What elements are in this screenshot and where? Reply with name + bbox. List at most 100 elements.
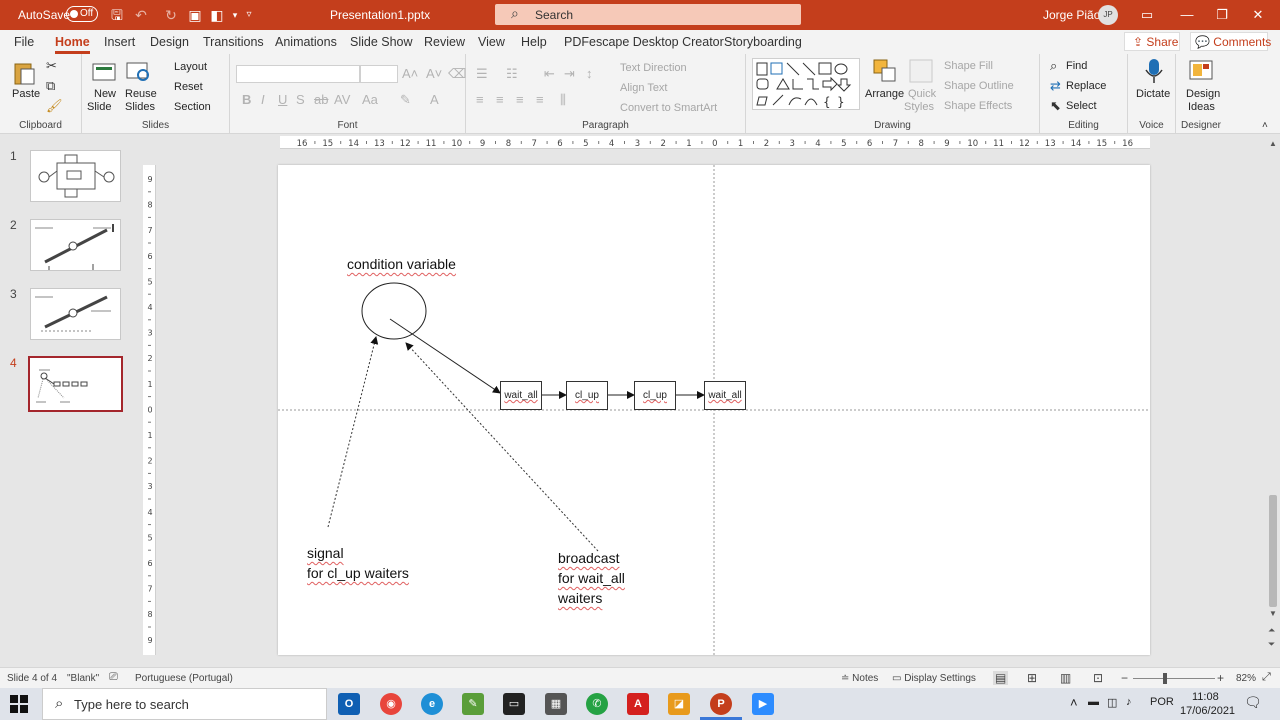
chrome-icon[interactable]: ◉ xyxy=(380,693,402,715)
zoom-slider[interactable] xyxy=(1133,678,1215,679)
microphone-icon[interactable] xyxy=(1142,58,1166,83)
align-text-button[interactable]: Align Text xyxy=(620,82,668,94)
accessibility-icon[interactable]: ⎚ xyxy=(109,671,118,684)
find-button[interactable]: Find xyxy=(1066,60,1087,72)
vertical-scrollbar[interactable]: ▲ ▼ ⏶ ⏷ xyxy=(1266,135,1280,666)
find-icon[interactable]: ⌕ xyxy=(1050,58,1057,74)
redo-icon[interactable]: ↻ xyxy=(162,6,180,24)
tab-file[interactable]: File xyxy=(14,35,34,49)
bullets-icon[interactable]: ☰ xyxy=(476,66,488,82)
autosave-toggle[interactable]: Off xyxy=(66,6,98,22)
numbering-icon[interactable]: ☷ xyxy=(506,66,518,82)
italic-icon[interactable]: I xyxy=(261,92,265,107)
paste-button[interactable]: Paste xyxy=(12,88,40,100)
decrease-indent-icon[interactable]: ⇤ xyxy=(544,66,555,82)
avatar[interactable]: JP xyxy=(1098,5,1118,25)
replace-icon[interactable]: ⇄ xyxy=(1050,78,1061,94)
condition-variable-label[interactable]: condition variable xyxy=(347,254,456,274)
user-name[interactable]: Jorge Pião xyxy=(1043,8,1100,22)
restore-icon[interactable]: ❐ xyxy=(1212,5,1232,25)
quick-styles-icon[interactable] xyxy=(908,58,933,83)
layout-button[interactable]: Layout xyxy=(174,61,207,73)
shape-fill-button[interactable]: Shape Fill xyxy=(944,60,993,72)
notes-button[interactable]: ≐ Notes xyxy=(841,673,878,684)
character-spacing-icon[interactable]: AV xyxy=(334,92,350,107)
shadow-icon[interactable]: S xyxy=(296,92,305,107)
reuse-slides-line2[interactable]: Slides xyxy=(125,101,155,113)
outlook-icon[interactable]: O xyxy=(338,693,360,715)
save-icon[interactable]: 🖫 xyxy=(108,6,126,24)
tab-help[interactable]: Help xyxy=(521,35,547,49)
quick-access-icon[interactable]: ◧ xyxy=(208,6,226,24)
volume-icon[interactable]: ♪ xyxy=(1126,696,1132,708)
taskbar-search[interactable]: ⌕ Type here to search xyxy=(42,688,327,720)
connector-arrow[interactable] xyxy=(389,318,501,394)
queue-node[interactable]: wait_all xyxy=(500,381,542,410)
arrange-icon[interactable] xyxy=(872,58,896,82)
display-settings-button[interactable]: ▭ Display Settings xyxy=(892,673,976,684)
paste-icon[interactable] xyxy=(12,60,36,85)
strikethrough-icon[interactable]: ab xyxy=(314,92,328,107)
signal-text-box[interactable]: signal for cl_up waiters xyxy=(307,543,409,583)
customize-toolbar-icon[interactable]: ▿ xyxy=(240,6,258,24)
slide-canvas[interactable]: condition variable wait_all cl_up cl_up … xyxy=(278,165,1150,655)
reuse-slides-icon[interactable] xyxy=(126,60,150,84)
queue-node[interactable]: wait_all xyxy=(704,381,746,410)
align-left-icon[interactable]: ≡ xyxy=(476,92,484,107)
zoom-in-icon[interactable]: + xyxy=(1217,671,1224,685)
design-ideas-line1[interactable]: Design xyxy=(1186,88,1220,100)
present-icon[interactable]: ▣ xyxy=(186,6,204,24)
reuse-slides-line1[interactable]: Reuse xyxy=(125,88,157,100)
clear-formatting-icon[interactable]: ⌫ xyxy=(448,66,466,82)
font-color-icon[interactable]: A xyxy=(430,92,439,107)
tab-pdfescape[interactable]: PDFescape Desktop Creator xyxy=(564,35,724,49)
whatsapp-icon[interactable]: ✆ xyxy=(586,693,608,715)
shape-effects-button[interactable]: Shape Effects xyxy=(944,100,1012,112)
ribbon-display-icon[interactable]: ▭ xyxy=(1137,5,1157,25)
undo-icon[interactable]: ↶ xyxy=(132,6,150,24)
tab-home[interactable]: Home xyxy=(55,35,90,54)
scroll-down-icon[interactable]: ▼ xyxy=(1269,609,1277,618)
previous-slide-icon[interactable]: ⏶ xyxy=(1268,625,1275,636)
scrollbar-thumb[interactable] xyxy=(1269,495,1277,607)
cut-icon[interactable]: ✂ xyxy=(46,58,57,74)
share-button[interactable]: ⇪ Share xyxy=(1124,32,1180,51)
line-spacing-icon[interactable]: ↕ xyxy=(586,66,593,81)
justify-icon[interactable]: ≡ xyxy=(536,92,544,107)
comments-button[interactable]: 💬 Comments xyxy=(1190,32,1271,51)
network-icon[interactable]: ◫ xyxy=(1107,696,1117,709)
queue-node[interactable]: cl_up xyxy=(634,381,676,410)
increase-indent-icon[interactable]: ⇥ xyxy=(564,66,575,82)
close-icon[interactable]: ✕ xyxy=(1248,5,1268,25)
queue-node[interactable]: cl_up xyxy=(566,381,608,410)
tab-slide-show[interactable]: Slide Show xyxy=(350,35,413,49)
tab-review[interactable]: Review xyxy=(424,35,465,49)
underline-icon[interactable]: U xyxy=(278,92,287,107)
tab-design[interactable]: Design xyxy=(150,35,189,49)
app-icon[interactable]: ◪ xyxy=(668,693,690,715)
zoom-out-icon[interactable]: − xyxy=(1121,671,1128,685)
shape-outline-button[interactable]: Shape Outline xyxy=(944,80,1014,92)
reading-view-icon[interactable]: ▥ xyxy=(1060,671,1071,685)
app-icon[interactable]: ✎ xyxy=(462,693,484,715)
increase-font-icon[interactable]: A˄ xyxy=(402,66,418,81)
select-button[interactable]: Select xyxy=(1066,100,1097,112)
font-name-combo[interactable] xyxy=(236,65,360,83)
notifications-icon[interactable]: 🗨 xyxy=(1244,694,1262,711)
text-direction-button[interactable]: Text Direction xyxy=(620,62,687,74)
calculator-icon[interactable]: ▦ xyxy=(545,693,567,715)
design-ideas-icon[interactable] xyxy=(1188,58,1213,82)
broadcast-arrow[interactable] xyxy=(405,342,599,552)
battery-icon[interactable]: ▬ xyxy=(1088,696,1099,708)
new-slide-line1[interactable]: New xyxy=(94,88,116,100)
slide-thumbnail-3[interactable] xyxy=(30,288,121,340)
select-icon[interactable]: ⬉ xyxy=(1050,98,1061,114)
arrange-button[interactable]: Arrange xyxy=(865,88,904,100)
edge-icon[interactable]: e xyxy=(421,693,443,715)
signal-arrow[interactable] xyxy=(327,336,379,528)
convert-smartart-button[interactable]: Convert to SmartArt xyxy=(620,102,717,114)
tab-animations[interactable]: Animations xyxy=(275,35,337,49)
tab-storyboarding[interactable]: Storyboarding xyxy=(724,35,802,49)
terminal-icon[interactable]: ▭ xyxy=(503,693,525,715)
change-case-icon[interactable]: Aa xyxy=(362,92,378,107)
